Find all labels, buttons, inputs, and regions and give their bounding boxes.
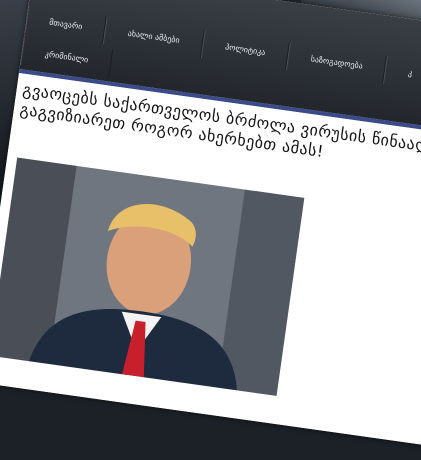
article-photo[interactable] <box>0 157 305 396</box>
nav-item-more[interactable]: კ <box>383 56 421 91</box>
article-card: გვაოცებს საქართველოს ბრძოლა ვირუსის წინა… <box>0 72 421 460</box>
device-screen: მთავარი ახალი ამბები პოლიტიკა საზოგადოებ… <box>0 0 421 460</box>
portrait-image <box>0 157 305 396</box>
